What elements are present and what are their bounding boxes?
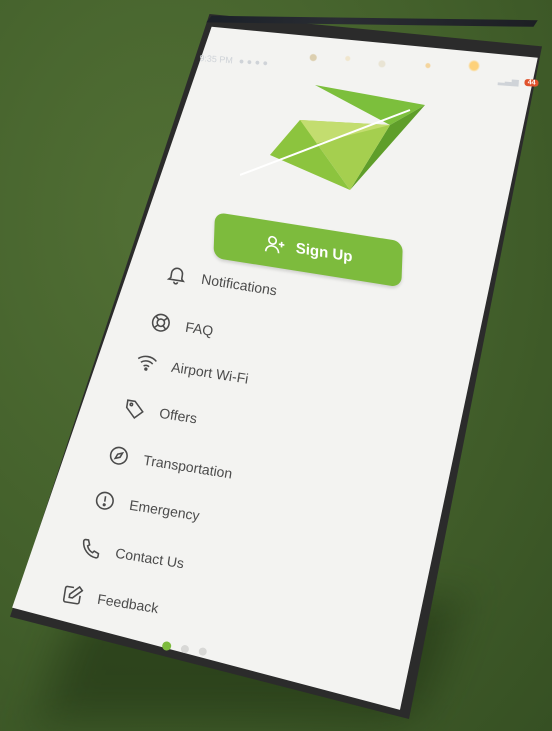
menu-item-label: Transportation (142, 451, 234, 482)
menu-item-label: Notifications (200, 270, 279, 299)
edit-icon (60, 582, 85, 607)
lifebuoy-icon (148, 310, 173, 335)
status-time: 9:35 PM (199, 52, 234, 66)
bell-icon (164, 262, 189, 287)
phone-icon (78, 536, 103, 561)
page-indicator (161, 640, 208, 656)
tag-icon (122, 396, 147, 421)
compass-icon (106, 443, 131, 468)
menu-item-offers[interactable]: Offers (122, 396, 198, 429)
menu-item-label: Feedback (96, 590, 160, 617)
menu-item-feedback[interactable]: Feedback (60, 582, 160, 619)
menu-item-label: Airport Wi-Fi (170, 358, 250, 387)
menu-item-airport-wifi[interactable]: Airport Wi-Fi (134, 350, 250, 390)
menu-item-transportation[interactable]: Transportation (106, 443, 234, 484)
wifi-icon (134, 350, 159, 375)
menu-item-emergency[interactable]: Emergency (92, 488, 201, 526)
add-user-icon (264, 235, 285, 254)
notification-icons: ● ● ● ● (238, 55, 269, 69)
menu-item-contact-us[interactable]: Contact Us (78, 536, 185, 574)
menu-item-faq[interactable]: FAQ (148, 310, 215, 342)
leaf-logo-icon (240, 85, 425, 190)
app-drawer: 9:35 PM ● ● ● ● ▂▃▅ 44 Sign Up Notificat… (0, 0, 552, 731)
battery-badge: 44 (524, 78, 539, 87)
signal-icon: ▂▃▅ (497, 74, 520, 86)
menu-item-label: Contact Us (114, 544, 186, 572)
page-dot[interactable] (161, 640, 172, 652)
page-dot[interactable] (180, 644, 190, 654)
menu-item-label: Emergency (128, 496, 201, 524)
menu-item-label: Offers (158, 404, 199, 427)
menu-item-notifications[interactable]: Notifications (164, 262, 278, 301)
menu-item-label: FAQ (184, 318, 215, 339)
alert-circle-icon (92, 488, 117, 513)
page-dot[interactable] (198, 646, 208, 656)
sign-up-label: Sign Up (295, 239, 353, 266)
